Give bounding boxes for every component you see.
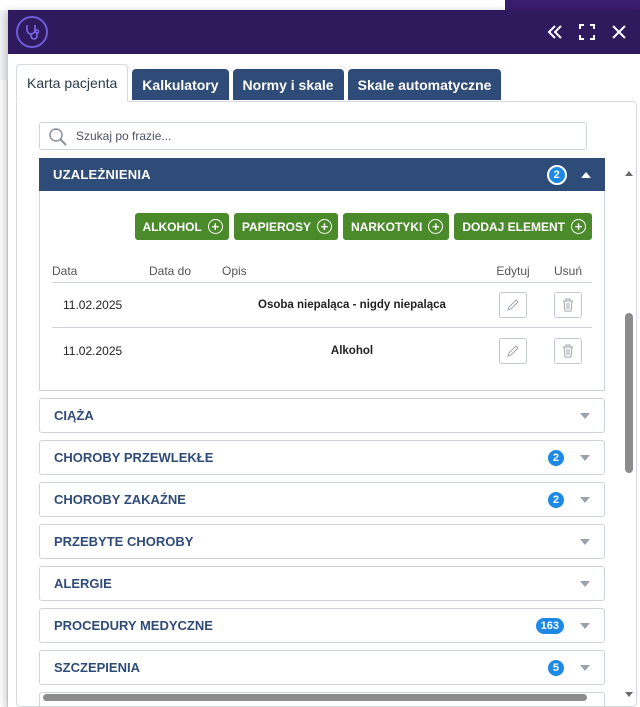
- section-title: ALERGIE: [54, 576, 112, 591]
- chevron-down-icon: [580, 496, 590, 503]
- add-narkotyki-button[interactable]: NARKOTYKI +: [342, 213, 450, 240]
- row-date: 11.02.2025: [63, 298, 123, 312]
- column-opis: Opis: [222, 263, 247, 278]
- section-title: PRZEBYTE CHOROBY: [54, 534, 194, 549]
- row-date: 11.02.2025: [63, 343, 123, 358]
- table-row: 11.02.2025 Alkohol: [52, 328, 592, 373]
- tab-kalkulatory[interactable]: Kalkulatory: [132, 69, 229, 100]
- row-description: Alkohol: [330, 344, 374, 357]
- addictions-table: Data Data do Opis Edytuj Usuń 11.02.2025…: [52, 259, 592, 373]
- pencil-icon[interactable]: [499, 292, 527, 318]
- vertical-scroll-thumb[interactable]: [625, 313, 633, 473]
- column-data-do: Data do: [149, 263, 192, 278]
- stethoscope-logo-icon: [16, 16, 48, 48]
- section-title: SZCZEPIENIA: [54, 660, 140, 675]
- table-row: 11.02.2025 Osoba niepaląca - nigdy niepa…: [52, 283, 592, 328]
- section-title: CHOROBY PRZEWLEKŁE: [54, 450, 214, 465]
- section-title: CIĄŻA: [54, 408, 94, 423]
- count-badge: 163: [533, 615, 566, 636]
- section-przebyte-choroby[interactable]: PRZEBYTE CHOROBY: [39, 524, 605, 559]
- close-icon[interactable]: [610, 23, 628, 41]
- table-header: Data Data do Opis Edytuj Usuń: [52, 259, 592, 283]
- tab-skale-automatyczne[interactable]: Skale automatyczne: [347, 69, 502, 100]
- tab-bar: Karta pacjenta Kalkulatory Normy i skale…: [16, 64, 502, 102]
- count-badge: 2: [545, 489, 566, 510]
- add-papierosy-button[interactable]: PAPIEROSY +: [233, 213, 338, 240]
- chevron-down-icon: [580, 454, 590, 461]
- chevron-down-icon: [580, 622, 590, 629]
- search-icon: [48, 127, 68, 147]
- section-body-uzaleznienia: ALKOHOL + PAPIEROSY + NARKOTYKI + DODAJ ELE…: [39, 191, 605, 391]
- plus-circle-icon: +: [571, 219, 586, 234]
- scroll-up-arrow-icon[interactable]: [622, 168, 636, 178]
- row-description: Osoba niepaląca - nigdy niepaląca: [258, 299, 446, 311]
- patient-modal: Karta pacjenta Kalkulatory Normy i skale…: [8, 10, 640, 707]
- section-header-uzaleznienia[interactable]: UZALEŻNIENIA 2: [39, 158, 605, 191]
- add-buttons-row: ALKOHOL + PAPIEROSY + NARKOTYKI + DODAJ ELE…: [134, 213, 592, 240]
- section-title: UZALEŻNIENIA: [53, 167, 151, 182]
- add-element-button[interactable]: DODAJ ELEMENT +: [454, 213, 592, 240]
- fullscreen-icon[interactable]: [578, 23, 596, 41]
- section-title: CHOROBY ZAKAŹNE: [54, 492, 186, 507]
- trash-icon[interactable]: [554, 337, 582, 364]
- section-ciaza[interactable]: CIĄŻA: [39, 398, 605, 433]
- tab-panel: Szukaj po frazie... UZALEŻNIENIA 2 ALKOH…: [16, 101, 637, 707]
- button-label: DODAJ ELEMENT: [462, 219, 565, 234]
- button-label: NARKOTYKI: [350, 219, 423, 234]
- pencil-icon[interactable]: [499, 337, 527, 364]
- section-alergie[interactable]: ALERGIE: [39, 566, 605, 601]
- collapse-double-chevron-icon[interactable]: [546, 23, 564, 41]
- vertical-scrollbar[interactable]: [622, 168, 636, 704]
- count-badge: 5: [545, 657, 566, 678]
- button-label: PAPIEROSY: [241, 219, 311, 234]
- modal-header: [8, 10, 640, 54]
- count-badge: 2: [546, 164, 567, 185]
- chevron-down-icon: [580, 664, 590, 671]
- chevron-down-icon: [580, 412, 590, 419]
- plus-circle-icon: +: [207, 219, 223, 234]
- column-delete: Usuń: [553, 263, 582, 278]
- column-data: Data: [52, 263, 78, 278]
- section-title: PROCEDURY MEDYCZNE: [54, 618, 213, 633]
- tab-karta-pacjenta[interactable]: Karta pacjenta: [16, 64, 129, 102]
- section-procedury-medyczne[interactable]: PROCEDURY MEDYCZNE 163: [39, 608, 605, 643]
- add-alkohol-button[interactable]: ALKOHOL +: [134, 213, 229, 240]
- tab-normy-i-skale[interactable]: Normy i skale: [232, 69, 344, 100]
- chevron-down-icon: [580, 538, 590, 545]
- search-input[interactable]: Szukaj po frazie...: [39, 122, 587, 150]
- section-choroby-zakazne[interactable]: CHOROBY ZAKAŹNE 2: [39, 482, 605, 517]
- background-user-avatar: [505, 0, 640, 10]
- button-label: ALKOHOL: [142, 219, 202, 234]
- chevron-down-icon: [580, 580, 590, 587]
- scroll-down-arrow-icon[interactable]: [622, 690, 636, 700]
- search-placeholder: Szukaj po frazie...: [76, 129, 172, 143]
- horizontal-scroll-thumb[interactable]: [43, 694, 587, 701]
- plus-circle-icon: +: [316, 219, 332, 234]
- count-badge: 2: [545, 447, 566, 468]
- chevron-up-icon: [581, 171, 591, 178]
- column-edit: Edytuj: [496, 263, 530, 278]
- plus-circle-icon: +: [428, 219, 444, 234]
- section-szczepienia[interactable]: SZCZEPIENIA 5: [39, 650, 605, 685]
- background-sidebar: [0, 80, 8, 707]
- section-choroby-przewlekle[interactable]: CHOROBY PRZEWLEKŁE 2: [39, 440, 605, 475]
- trash-icon[interactable]: [554, 292, 582, 318]
- sections-list: UZALEŻNIENIA 2 ALKOHOL + PAPIEROSY + NARKO…: [39, 158, 605, 706]
